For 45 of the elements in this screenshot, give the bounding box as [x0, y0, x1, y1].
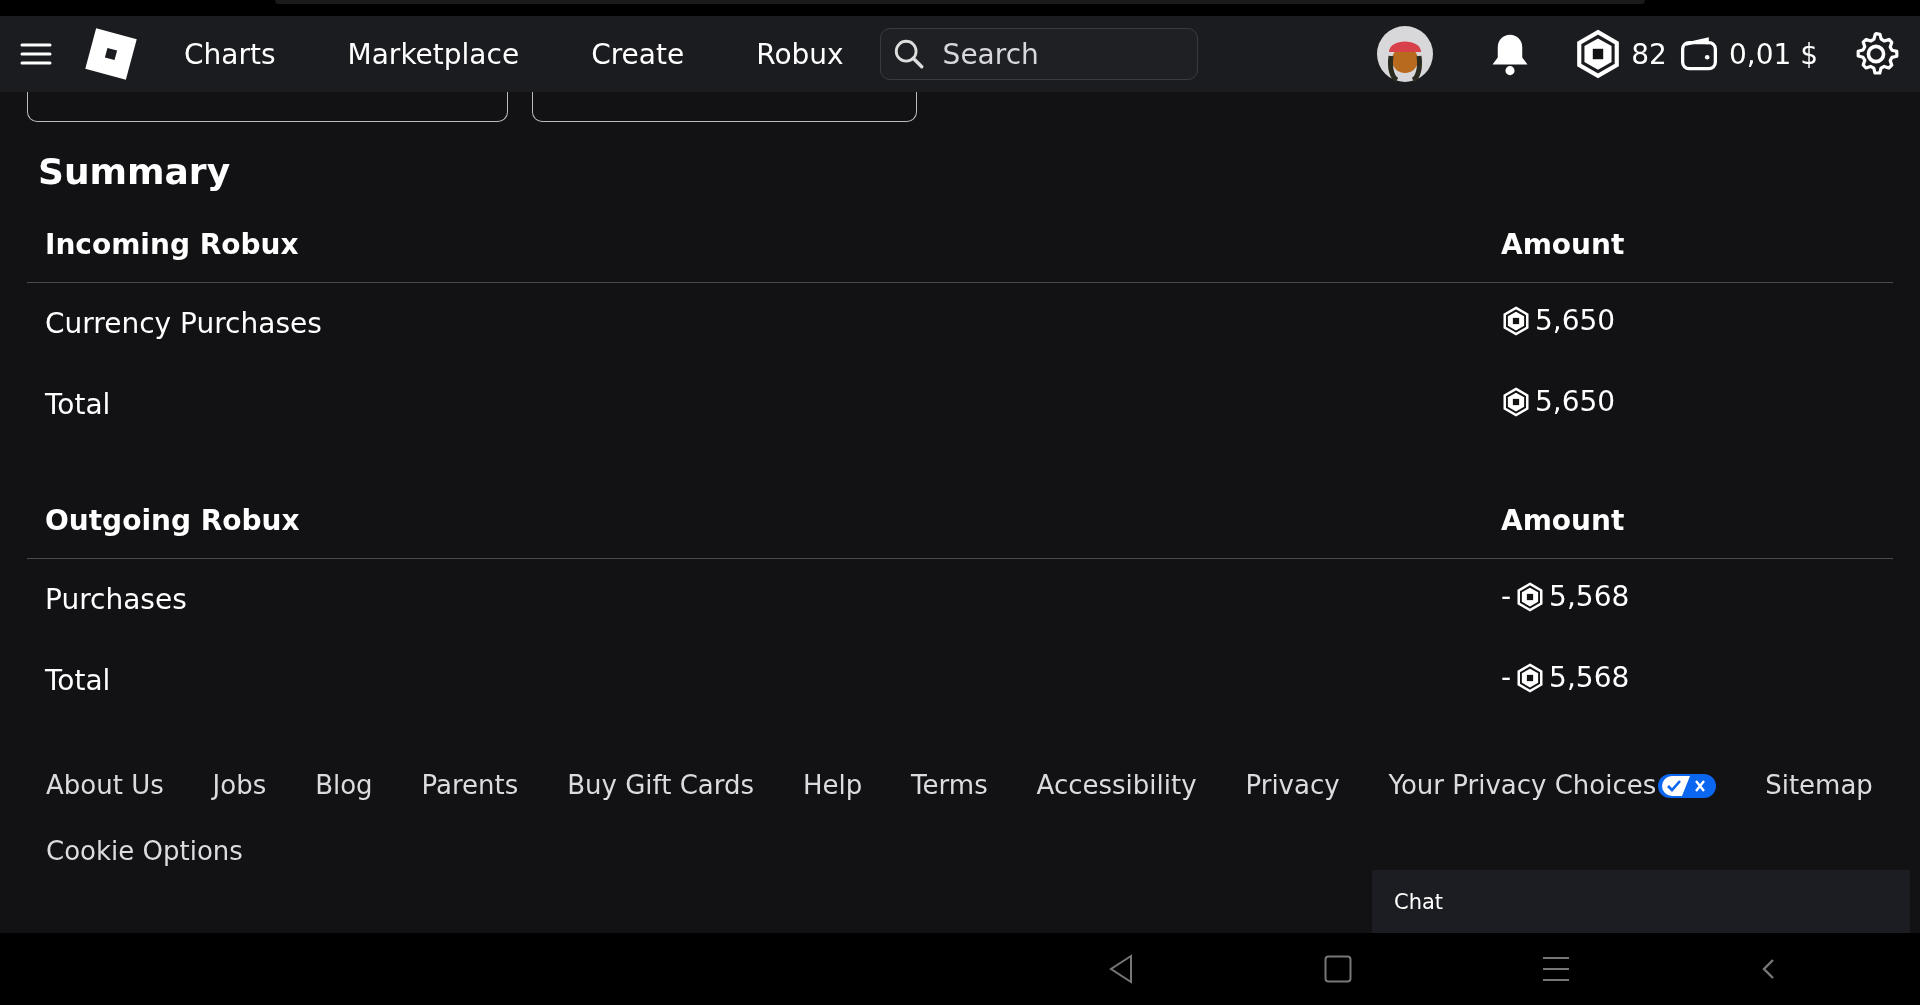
chat-bar[interactable]: Chat — [1372, 870, 1910, 933]
robux-balance[interactable]: 82 — [1631, 37, 1667, 71]
row-label: Purchases — [45, 583, 188, 616]
amount-value: - 5,568 — [1501, 661, 1630, 694]
robux-icon — [1501, 386, 1531, 417]
avatar-icon[interactable] — [1377, 26, 1434, 82]
footer-link[interactable]: About Us — [46, 769, 164, 802]
recents-icon[interactable] — [1542, 956, 1570, 982]
menu-icon[interactable] — [20, 42, 52, 66]
footer-link[interactable]: Your Privacy Choices — [1388, 769, 1717, 802]
footer-link[interactable]: Accessibility — [1036, 769, 1197, 802]
column-header: Incoming Robux — [45, 228, 300, 261]
footer-link[interactable]: Terms — [911, 769, 988, 802]
nav-link[interactable]: Marketplace — [347, 37, 520, 71]
page-title: Summary — [38, 150, 232, 194]
wallet-balance[interactable]: 0,01 $ — [1728, 37, 1818, 71]
logo-icon[interactable] — [82, 25, 140, 83]
column-header: Amount — [1501, 504, 1625, 537]
footer-link[interactable]: Privacy — [1245, 769, 1340, 802]
robux-icon — [1515, 662, 1546, 693]
row-label: Total — [45, 388, 112, 421]
amount-value: 5,650 — [1501, 385, 1616, 418]
footer-link[interactable]: Buy Gift Cards — [567, 769, 755, 802]
home-icon[interactable] — [1324, 955, 1352, 983]
footer-link[interactable]: Jobs — [212, 769, 267, 802]
column-header: Outgoing Robux — [45, 504, 301, 537]
robux-icon — [1515, 581, 1546, 612]
row-label: Currency Purchases — [45, 307, 323, 340]
chevron-left-icon[interactable] — [1760, 957, 1776, 981]
search-field[interactable]: Search — [879, 28, 1198, 80]
robux-icon — [1501, 305, 1531, 336]
back-icon[interactable] — [1108, 954, 1134, 984]
nav-link[interactable]: Charts — [184, 37, 276, 71]
row-label: Total — [45, 664, 112, 697]
footer-link[interactable]: Blog — [315, 769, 373, 802]
column-header: Amount — [1501, 228, 1625, 261]
amount-value: 5,650 — [1501, 304, 1616, 337]
nav-link[interactable]: Create — [591, 37, 685, 71]
nav-link[interactable]: Robux — [756, 37, 844, 71]
amount-value: - 5,568 — [1501, 580, 1630, 613]
footer-link[interactable]: Cookie Options — [46, 835, 243, 868]
footer-link[interactable]: Parents — [421, 769, 519, 802]
footer-link[interactable]: Help — [802, 769, 863, 802]
wallet-icon[interactable] — [1678, 36, 1719, 72]
footer-link[interactable]: Sitemap — [1765, 769, 1873, 802]
